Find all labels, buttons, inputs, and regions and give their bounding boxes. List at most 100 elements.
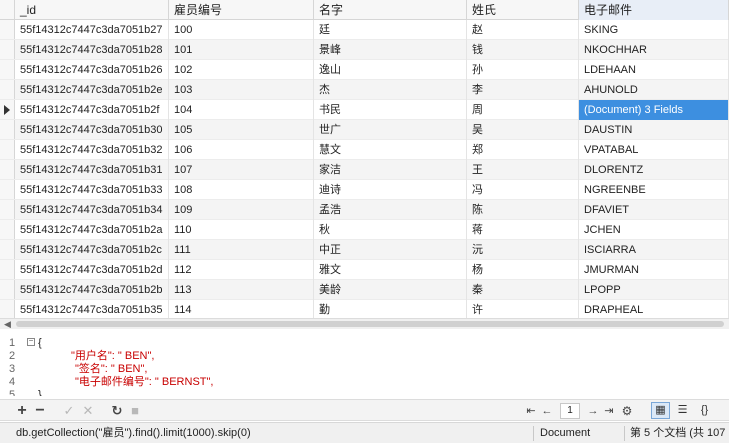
cell-email[interactable]: DFAVIET xyxy=(579,200,729,220)
cell-email[interactable]: LDEHAAN xyxy=(579,60,729,80)
previous-page-icon[interactable]: ← xyxy=(540,403,554,419)
cell-employee-number[interactable]: 100 xyxy=(169,20,314,40)
column-header-email[interactable]: 电子邮件 xyxy=(579,0,729,20)
plus-icon[interactable]: + xyxy=(15,403,29,419)
cell-id[interactable]: 55f14312c7447c3da7051b2f xyxy=(15,100,169,120)
cell-first-name[interactable]: 勤 xyxy=(314,300,467,318)
cell-id[interactable]: 55f14312c7447c3da7051b2d xyxy=(15,260,169,280)
table-row[interactable]: 55f14312c7447c3da7051b26 102 逸山孙 LDEHAAN xyxy=(0,60,729,80)
cell-id[interactable]: 55f14312c7447c3da7051b2c xyxy=(15,240,169,260)
cell-email[interactable]: JMURMAN xyxy=(579,260,729,280)
row-gutter[interactable] xyxy=(0,280,15,299)
cell-email[interactable]: VPATABAL xyxy=(579,140,729,160)
document-editor[interactable]: 1 − { 2 "用户名": " BEN", 3 "签名": " BEN", 4… xyxy=(0,334,729,396)
cell-last-name[interactable]: 杨 xyxy=(467,260,579,280)
cell-first-name[interactable]: 景峰 xyxy=(314,40,467,60)
table-row[interactable]: 55f14312c7447c3da7051b28 101 景峰钱 NKOCHHAR xyxy=(0,40,729,60)
fold-toggle-icon[interactable]: − xyxy=(27,338,35,346)
cell-first-name[interactable]: 逸山 xyxy=(314,60,467,80)
cell-employee-number[interactable]: 111 xyxy=(169,240,314,260)
grid-view-icon[interactable]: ▦ xyxy=(651,402,670,419)
stop-icon[interactable]: ■ xyxy=(128,403,142,419)
cross-icon[interactable]: ✕ xyxy=(81,403,95,419)
cell-employee-number[interactable]: 106 xyxy=(169,140,314,160)
row-gutter[interactable] xyxy=(0,260,15,279)
row-gutter[interactable] xyxy=(0,80,15,99)
cell-email[interactable]: DLORENTZ xyxy=(579,160,729,180)
table-row[interactable]: 55f14312c7447c3da7051b33 108 迪诗冯 NGREENBE xyxy=(0,180,729,200)
table-row[interactable]: 55f14312c7447c3da7051b2c 111 中正沅 ISCIARRA xyxy=(0,240,729,260)
cell-id[interactable]: 55f14312c7447c3da7051b2b xyxy=(15,280,169,300)
table-row[interactable]: 55f14312c7447c3da7051b30 105 世广吴 DAUSTIN xyxy=(0,120,729,140)
row-gutter[interactable] xyxy=(0,100,15,119)
table-row[interactable]: 55f14312c7447c3da7051b35 114 勤许 DRAPHEAL xyxy=(0,300,729,318)
cell-first-name[interactable]: 美龄 xyxy=(314,280,467,300)
row-gutter[interactable] xyxy=(0,220,15,239)
table-row[interactable]: 55f14312c7447c3da7051b2a 110 秋蒋 JCHEN xyxy=(0,220,729,240)
cell-id[interactable]: 55f14312c7447c3da7051b2e xyxy=(15,80,169,100)
cell-employee-number[interactable]: 104 xyxy=(169,100,314,120)
table-row[interactable]: 55f14312c7447c3da7051b27 100 廷赵 SKING xyxy=(0,20,729,40)
cell-email[interactable]: SKING xyxy=(579,20,729,40)
table-row[interactable]: 55f14312c7447c3da7051b32 106 慧文郑 VPATABAL xyxy=(0,140,729,160)
first-page-icon[interactable]: ⇤ xyxy=(524,403,538,419)
cell-id[interactable]: 55f14312c7447c3da7051b34 xyxy=(15,200,169,220)
gear-icon[interactable]: ⚙ xyxy=(620,403,634,419)
cell-email[interactable]: DAUSTIN xyxy=(579,120,729,140)
cell-last-name[interactable]: 陈 xyxy=(467,200,579,220)
cell-employee-number[interactable]: 109 xyxy=(169,200,314,220)
row-gutter[interactable] xyxy=(0,40,15,59)
cell-last-name[interactable]: 冯 xyxy=(467,180,579,200)
cell-first-name[interactable]: 家洁 xyxy=(314,160,467,180)
cell-first-name[interactable]: 中正 xyxy=(314,240,467,260)
cell-employee-number[interactable]: 102 xyxy=(169,60,314,80)
cell-id[interactable]: 55f14312c7447c3da7051b32 xyxy=(15,140,169,160)
cell-first-name[interactable]: 雅文 xyxy=(314,260,467,280)
cell-id[interactable]: 55f14312c7447c3da7051b31 xyxy=(15,160,169,180)
cell-last-name[interactable]: 王 xyxy=(467,160,579,180)
cell-email[interactable]: AHUNOLD xyxy=(579,80,729,100)
cell-id[interactable]: 55f14312c7447c3da7051b27 xyxy=(15,20,169,40)
cell-employee-number[interactable]: 108 xyxy=(169,180,314,200)
cell-last-name[interactable]: 李 xyxy=(467,80,579,100)
cell-employee-number[interactable]: 101 xyxy=(169,40,314,60)
cell-employee-number[interactable]: 114 xyxy=(169,300,314,318)
cell-last-name[interactable]: 孙 xyxy=(467,60,579,80)
json-view-icon[interactable]: {} xyxy=(695,402,714,419)
cell-email[interactable]: DRAPHEAL xyxy=(579,300,729,318)
row-gutter[interactable] xyxy=(0,60,15,79)
row-gutter[interactable] xyxy=(0,300,15,318)
page-number-input[interactable]: 1 xyxy=(560,403,580,419)
cell-first-name[interactable]: 书民 xyxy=(314,100,467,120)
row-gutter[interactable] xyxy=(0,120,15,139)
table-row[interactable]: 55f14312c7447c3da7051b2b 113 美龄秦 LPOPP xyxy=(0,280,729,300)
cell-employee-number[interactable]: 112 xyxy=(169,260,314,280)
cell-email[interactable]: NKOCHHAR xyxy=(579,40,729,60)
cell-last-name[interactable]: 郑 xyxy=(467,140,579,160)
row-gutter[interactable] xyxy=(0,20,15,39)
cell-first-name[interactable]: 世广 xyxy=(314,120,467,140)
row-gutter[interactable] xyxy=(0,140,15,159)
check-icon[interactable]: ✓ xyxy=(62,403,76,419)
column-header-employee-number[interactable]: 雇员编号 xyxy=(169,0,314,20)
minus-icon[interactable]: − xyxy=(33,403,47,419)
table-row[interactable]: 55f14312c7447c3da7051b31 107 家洁王 DLORENTZ xyxy=(0,160,729,180)
scrollbar-thumb[interactable] xyxy=(16,321,724,327)
column-header-first-name[interactable]: 名字 xyxy=(314,0,467,20)
cell-id[interactable]: 55f14312c7447c3da7051b35 xyxy=(15,300,169,318)
row-gutter[interactable] xyxy=(0,240,15,259)
cell-last-name[interactable]: 沅 xyxy=(467,240,579,260)
cell-email[interactable]: ISCIARRA xyxy=(579,240,729,260)
cell-last-name[interactable]: 钱 xyxy=(467,40,579,60)
row-gutter[interactable] xyxy=(0,200,15,219)
row-gutter[interactable] xyxy=(0,180,15,199)
column-header-last-name[interactable]: 姓氏 xyxy=(467,0,579,20)
cell-last-name[interactable]: 吴 xyxy=(467,120,579,140)
table-row[interactable]: 55f14312c7447c3da7051b34 109 孟浩陈 DFAVIET xyxy=(0,200,729,220)
cell-first-name[interactable]: 迪诗 xyxy=(314,180,467,200)
cell-email[interactable]: (Document) 3 Fields xyxy=(579,100,729,120)
cell-first-name[interactable]: 廷 xyxy=(314,20,467,40)
cell-last-name[interactable]: 周 xyxy=(467,100,579,120)
cell-last-name[interactable]: 秦 xyxy=(467,280,579,300)
cell-first-name[interactable]: 杰 xyxy=(314,80,467,100)
